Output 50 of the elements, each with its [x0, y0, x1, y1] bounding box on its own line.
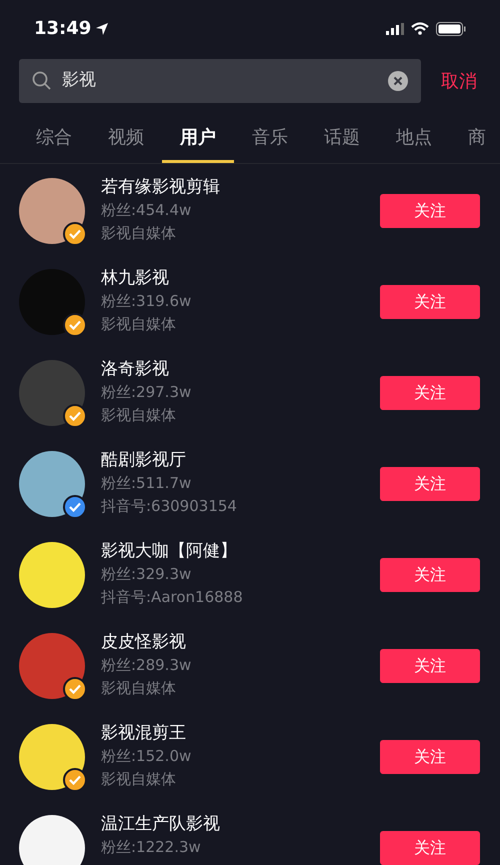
follower-count: 粉丝:289.3w	[101, 655, 192, 676]
user-subtitle: 影视自媒体	[101, 678, 177, 699]
avatar[interactable]	[19, 815, 85, 865]
battery-icon	[436, 22, 466, 36]
clear-icon[interactable]	[388, 71, 408, 91]
status-time: 13:49	[34, 17, 92, 41]
user-name: 林九影视	[101, 267, 170, 290]
signal-icon	[386, 22, 404, 34]
user-subtitle: 抖音号:630903154	[101, 496, 238, 517]
follower-count: 粉丝:329.3w	[101, 564, 192, 585]
tab[interactable]: 用户	[162, 112, 234, 163]
follower-count: 粉丝:297.3w	[101, 382, 192, 403]
wifi-icon	[411, 22, 429, 35]
tab[interactable]: 地点	[378, 112, 450, 163]
follow-button[interactable]: 关注	[380, 831, 480, 865]
user-name: 若有缘影视剪辑	[101, 176, 221, 199]
follow-button[interactable]: 关注	[380, 467, 480, 501]
search-field[interactable]: 影视	[19, 59, 421, 103]
tab-underline	[162, 160, 234, 163]
follow-button[interactable]: 关注	[380, 194, 480, 228]
follower-count: 粉丝:1222.3w	[101, 837, 202, 858]
follow-button[interactable]: 关注	[380, 376, 480, 410]
follow-button[interactable]: 关注	[380, 649, 480, 683]
follower-count: 粉丝:319.6w	[101, 291, 192, 312]
user-name: 洛奇影视	[101, 358, 170, 381]
cancel-button[interactable]: 取消	[441, 68, 477, 94]
follower-count: 粉丝:152.0w	[101, 746, 192, 767]
tab[interactable]: 音乐	[234, 112, 306, 163]
location-arrow-icon	[95, 22, 110, 36]
follow-button[interactable]: 关注	[380, 740, 480, 774]
user-subtitle: 影视自媒体	[101, 223, 177, 244]
user-subtitle: 影视自媒体	[101, 769, 177, 790]
user-name: 皮皮怪影视	[101, 631, 187, 654]
search-icon	[32, 71, 52, 91]
follower-count: 粉丝:511.7w	[101, 473, 192, 494]
user-name: 影视大咖【阿健】	[101, 540, 238, 563]
user-name: 酷剧影视厅	[101, 449, 187, 472]
follower-count: 粉丝:454.4w	[101, 200, 192, 221]
user-subtitle: 影视自媒体	[101, 314, 177, 335]
user-name: 影视混剪王	[101, 722, 187, 745]
user-subtitle: 影视自媒体	[101, 405, 177, 426]
tab[interactable]: 综合	[18, 112, 90, 163]
follow-button[interactable]: 关注	[380, 558, 480, 592]
user-subtitle: 抖音号:Aaron16888	[101, 587, 244, 608]
follow-button[interactable]: 关注	[380, 285, 480, 319]
tab[interactable]: 商	[450, 112, 500, 163]
user-name: 温江生产队影视	[101, 813, 221, 836]
tab[interactable]: 话题	[306, 112, 378, 163]
search-query: 影视	[62, 69, 97, 92]
tab[interactable]: 视频	[90, 112, 162, 163]
